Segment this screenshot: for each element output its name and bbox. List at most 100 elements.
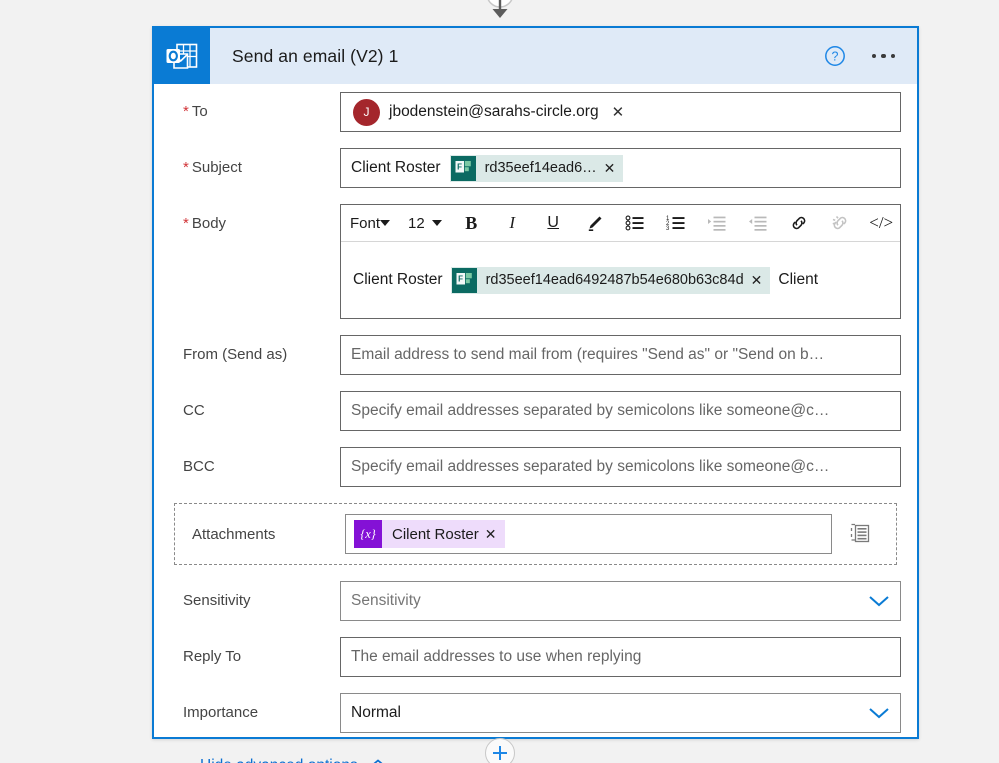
expression-variable-icon: {x} (354, 520, 382, 548)
card-title: Send an email (V2) 1 (232, 45, 399, 66)
svg-text:3: 3 (666, 226, 670, 232)
rich-text-editor[interactable]: Font 12 B I U 1 2 3 </> Client Roster F … (340, 204, 901, 319)
body-text-suffix: Client (778, 271, 819, 288)
remove-recipient-icon[interactable]: ✕ (608, 103, 629, 122)
body-text-prefix: Client Roster (353, 271, 443, 288)
attachments-input[interactable]: {x} Cilent Roster ✕ (345, 514, 832, 554)
chevron-down-icon (380, 220, 391, 226)
switch-to-array-icon[interactable] (832, 521, 888, 547)
numbered-list-icon[interactable]: 1 2 3 (656, 205, 697, 241)
reply-to-control: The email addresses to use when replying (340, 637, 901, 677)
bcc-control: Specify email addresses separated by sem… (340, 447, 901, 487)
outdent-icon[interactable] (738, 205, 779, 241)
font-family-dropdown[interactable]: Font (341, 205, 399, 241)
card-header[interactable]: Send an email (V2) 1 ? (154, 28, 917, 84)
field-row-body: * Body Font 12 B I U 1 2 3 </> Client Ro… (170, 196, 901, 327)
subject-input[interactable]: Client Roster F rd35eef14ead6… ✕ (340, 148, 901, 188)
svg-text:F: F (457, 162, 462, 171)
remove-attachment-token-icon[interactable]: ✕ (485, 526, 506, 543)
sensitivity-label: Sensitivity (183, 592, 251, 609)
ellipsis-icon[interactable] (871, 53, 895, 59)
field-row-cc: CC Specify email addresses separated by … (170, 383, 901, 439)
cc-placeholder: Specify email addresses separated by sem… (351, 402, 830, 419)
importance-label: Importance (183, 704, 259, 721)
add-step-button[interactable] (484, 738, 515, 763)
reply-to-placeholder: The email addresses to use when replying (351, 648, 642, 665)
subject-token-label: rd35eef14ead6… (484, 160, 597, 176)
chevron-down-icon (868, 706, 890, 720)
field-row-reply-to: Reply To The email addresses to use when… (170, 629, 901, 685)
body-token-label: rd35eef14ead6492487b54e680b63c84d (485, 272, 744, 288)
required-marker: * (183, 103, 189, 120)
microsoft-forms-icon: F (450, 155, 476, 181)
from-control: Email address to send mail from (require… (340, 335, 901, 375)
flow-connector-top (0, 0, 999, 22)
attachment-token-label: Cilent Roster (392, 525, 479, 543)
field-row-bcc: BCC Specify email addresses separated by… (170, 439, 901, 495)
underline-button[interactable]: U (533, 205, 574, 241)
recipient-email: jbodenstein@sarahs-circle.org (389, 103, 599, 120)
attachments-label: Attachments (192, 525, 276, 543)
cc-label: CC (183, 402, 205, 419)
help-circle-icon[interactable]: ? (824, 45, 846, 67)
field-row-subject: * Subject Client Roster F rd35eef14ead6…… (170, 140, 901, 196)
bcc-label: BCC (183, 458, 215, 475)
chevron-down-icon (431, 220, 442, 226)
send-email-action-card[interactable]: Send an email (V2) 1 ? * To J jbodenstei… (152, 26, 919, 763)
importance-dropdown[interactable]: Normal (340, 693, 901, 733)
subject-dynamic-token[interactable]: F rd35eef14ead6… ✕ (449, 154, 624, 182)
body-control: Font 12 B I U 1 2 3 </> Client Roster F … (340, 204, 901, 319)
importance-value: Normal (351, 704, 401, 721)
bulleted-list-icon[interactable] (615, 205, 656, 241)
card-header-actions: ? (824, 28, 918, 84)
font-family-value: Font (350, 214, 381, 232)
flow-designer-canvas: Send an email (V2) 1 ? * To J jbodenstei… (0, 0, 999, 763)
field-row-to: * To J jbodenstein@sarahs-circle.org ✕ (170, 84, 901, 140)
font-size-value: 12 (408, 214, 425, 232)
from-placeholder: Email address to send mail from (require… (351, 346, 825, 363)
bcc-input[interactable]: Specify email addresses separated by sem… (340, 447, 901, 487)
bold-button[interactable]: B (451, 205, 492, 241)
required-marker: * (183, 159, 189, 176)
to-input[interactable]: J jbodenstein@sarahs-circle.org ✕ (340, 92, 901, 132)
field-row-from: From (Send as) Email address to send mai… (170, 327, 901, 383)
outlook-icon (154, 28, 210, 84)
flow-connector-bottom (0, 738, 999, 763)
attachments-control: {x} Cilent Roster ✕ (345, 514, 832, 554)
to-label: * To (183, 103, 208, 120)
sensitivity-control: Sensitivity (340, 581, 901, 621)
arrow-down-icon (487, 0, 512, 18)
recipient-pill[interactable]: J jbodenstein@sarahs-circle.org ✕ (351, 97, 630, 128)
field-row-importance: Importance Normal (170, 685, 901, 741)
bcc-placeholder: Specify email addresses separated by sem… (351, 458, 830, 475)
microsoft-forms-icon: F (451, 267, 477, 293)
sensitivity-dropdown[interactable]: Sensitivity (340, 581, 901, 621)
to-control: J jbodenstein@sarahs-circle.org ✕ (340, 92, 901, 132)
unlink-icon[interactable] (820, 205, 861, 241)
body-dynamic-token[interactable]: F rd35eef14ead6492487b54e680b63c84d ✕ (450, 266, 771, 294)
highlighter-icon[interactable] (574, 205, 615, 241)
attachments-group: Attachments {x} Cilent Roster ✕ (174, 503, 897, 565)
required-marker: * (183, 215, 189, 232)
reply-to-input[interactable]: The email addresses to use when replying (340, 637, 901, 677)
from-label: From (Send as) (183, 346, 288, 363)
remove-subject-token-icon[interactable]: ✕ (604, 160, 624, 177)
card-body: * To J jbodenstein@sarahs-circle.org ✕ * S… (154, 84, 917, 763)
from-input[interactable]: Email address to send mail from (require… (340, 335, 901, 375)
attachment-variable-token[interactable]: {x} Cilent Roster ✕ (354, 520, 506, 548)
indent-icon[interactable] (697, 205, 738, 241)
remove-body-token-icon[interactable]: ✕ (751, 272, 771, 289)
importance-control: Normal (340, 693, 901, 733)
body-label: * Body (183, 215, 227, 232)
editor-toolbar: Font 12 B I U 1 2 3 </> (341, 205, 900, 242)
italic-button[interactable]: I (492, 205, 533, 241)
reply-to-label: Reply To (183, 648, 242, 665)
font-size-dropdown[interactable]: 12 (399, 205, 451, 241)
sensitivity-placeholder: Sensitivity (351, 592, 421, 609)
subject-control: Client Roster F rd35eef14ead6… ✕ (340, 148, 901, 188)
cc-input[interactable]: Specify email addresses separated by sem… (340, 391, 901, 431)
link-icon[interactable] (779, 205, 820, 241)
body-editor-content[interactable]: Client Roster F rd35eef14ead6492487b54e6… (341, 242, 900, 318)
code-view-button[interactable]: </> (861, 205, 902, 241)
avatar: J (353, 98, 380, 126)
